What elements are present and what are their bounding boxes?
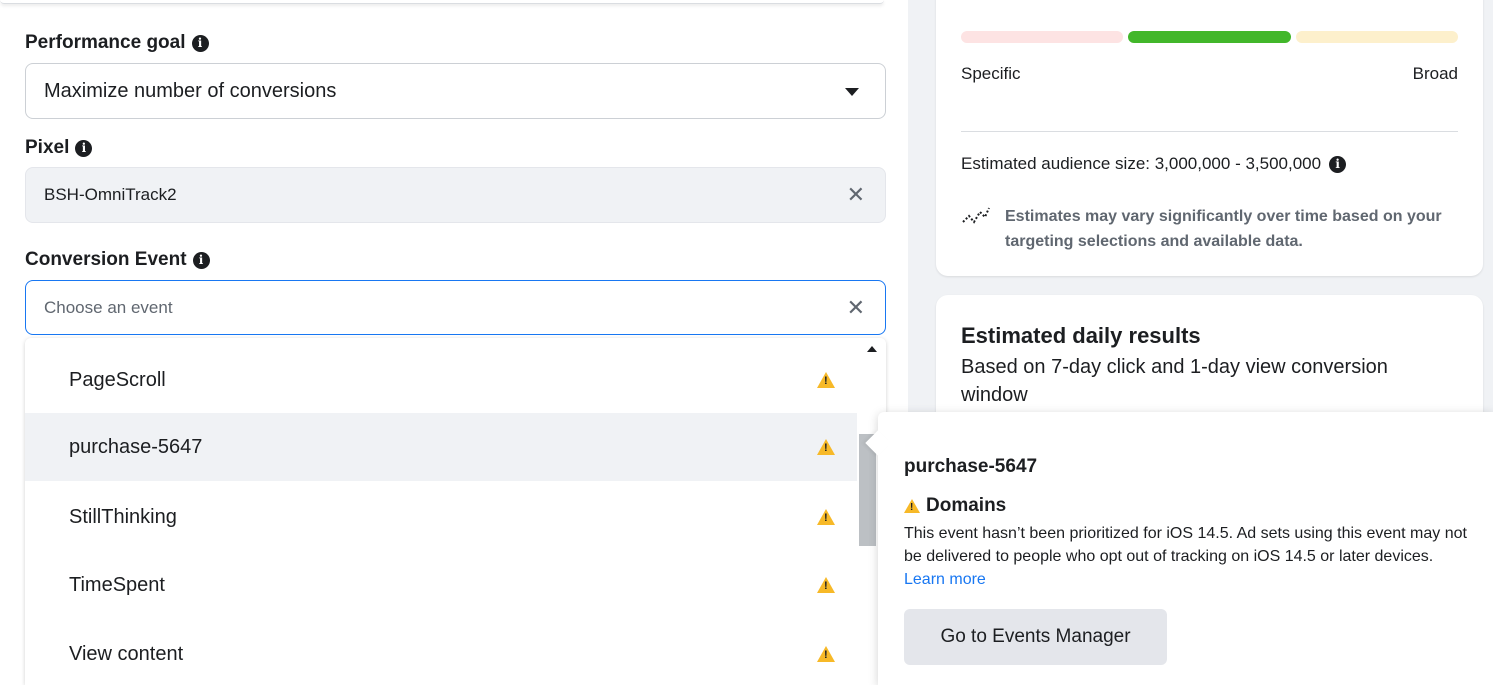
performance-goal-label: Performance goal i: [25, 32, 209, 54]
info-icon[interactable]: i: [1329, 155, 1347, 173]
audience-estimate-note: Estimates may vary significantly over ti…: [1005, 208, 1442, 250]
dropdown-option[interactable]: StillThinking: [25, 483, 857, 551]
pixel-field[interactable]: BSH-OmniTrack2 ✕: [25, 167, 886, 223]
performance-goal-value: Maximize number of conversions: [44, 79, 337, 102]
results-title: Estimated daily results: [961, 323, 1201, 348]
conversion-event-dropdown[interactable]: PageScroll purchase-5647 StillThinking T…: [25, 338, 886, 685]
pixel-label: Pixel i: [25, 137, 93, 159]
scroll-up-icon[interactable]: [867, 346, 877, 352]
previous-card-edge: [0, 0, 884, 4]
dropdown-option[interactable]: purchase-5647: [25, 413, 857, 481]
audience-definition-card: Specific Broad Estimated audience size: …: [936, 0, 1483, 276]
dropdown-option[interactable]: TimeSpent: [25, 551, 857, 619]
info-icon[interactable]: i: [75, 139, 93, 157]
audience-size: Estimated audience size: 3,000,000 - 3,5…: [961, 154, 1347, 174]
dropdown-option[interactable]: PageScroll: [25, 346, 857, 414]
caret-down-icon: [845, 88, 859, 96]
conversion-event-input[interactable]: Choose an event ✕: [25, 280, 886, 335]
trend-line-icon: [962, 207, 990, 224]
warning-icon: [904, 499, 920, 513]
gauge-specific-label: Specific: [961, 64, 1021, 83]
pixel-value: BSH-OmniTrack2: [44, 185, 177, 204]
event-tooltip: purchase-5647 Domains This event hasn’t …: [865, 412, 1493, 685]
warning-icon: [817, 439, 835, 455]
conversion-event-placeholder: Choose an event: [44, 297, 173, 317]
tooltip-title: purchase-5647: [904, 456, 1038, 477]
ad-set-form: Performance goal i Maximize number of co…: [0, 0, 908, 685]
info-icon[interactable]: i: [191, 34, 209, 52]
tooltip-body: This event hasn’t been prioritized for i…: [904, 525, 1467, 588]
gauge-active-segment: [1128, 31, 1291, 43]
warning-icon: [817, 372, 835, 388]
conversion-event-label: Conversion Event i: [25, 249, 210, 271]
close-icon[interactable]: ✕: [847, 184, 865, 206]
divider: [961, 131, 1458, 132]
close-icon[interactable]: ✕: [847, 296, 865, 319]
performance-goal-select[interactable]: Maximize number of conversions: [25, 63, 886, 119]
results-subtitle: Based on 7-day click and 1-day view conv…: [961, 356, 1388, 406]
gauge-specific-segment: [961, 31, 1123, 43]
gauge-broad-label: Broad: [1412, 64, 1458, 83]
learn-more-link[interactable]: Learn more: [904, 571, 986, 588]
tooltip-heading: Domains: [904, 495, 1006, 517]
dropdown-option[interactable]: View content: [25, 620, 857, 685]
go-to-events-manager-button[interactable]: Go to Events Manager: [904, 609, 1167, 665]
warning-icon: [817, 646, 835, 662]
warning-icon: [817, 509, 835, 525]
info-icon[interactable]: i: [192, 251, 210, 269]
gauge-broad-segment: [1296, 31, 1458, 43]
warning-icon: [817, 577, 835, 593]
